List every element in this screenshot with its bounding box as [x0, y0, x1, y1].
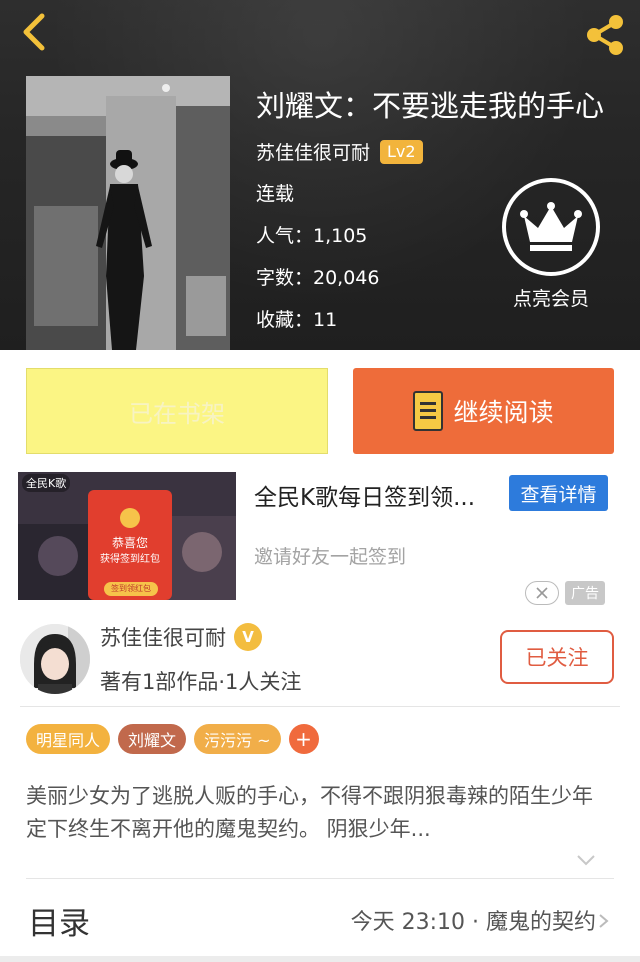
- chevron-right-icon: [599, 914, 609, 928]
- avatar[interactable]: [20, 624, 90, 694]
- add-tag-button[interactable]: +: [288, 724, 319, 754]
- avatar-image: [20, 624, 90, 694]
- ad-detail-button[interactable]: 查看详情: [509, 475, 608, 511]
- close-icon: [536, 587, 548, 599]
- ad-image[interactable]: 全民K歌 ¥ 恭喜您 获得签到红包 签到领红包: [18, 472, 236, 600]
- ad-banner[interactable]: 全民K歌 ¥ 恭喜您 获得签到红包 签到领红包 全民K歌每日签到领... 查看详…: [0, 472, 640, 610]
- back-button[interactable]: [14, 10, 58, 54]
- chevron-down-icon: [577, 855, 595, 866]
- share-button[interactable]: [580, 10, 630, 60]
- author-name[interactable]: 苏佳佳很可耐: [100, 622, 226, 652]
- tag-item[interactable]: 刘耀文: [118, 724, 187, 754]
- ad-currency: ¥: [122, 512, 132, 530]
- action-bar: 已在书架 继续阅读: [0, 350, 640, 472]
- vip-button[interactable]: 点亮会员: [498, 178, 604, 311]
- ad-subtitle: 邀请好友一起签到: [254, 546, 407, 568]
- synopsis: 美丽少女为了逃脱人贩的手心，不得不跟阴狠毒辣的陌生少年定下终生不离开他的魔鬼契约…: [26, 784, 593, 841]
- divider: [26, 878, 614, 879]
- vip-circle: [502, 178, 600, 276]
- tag-list: 明星同人 刘耀文 污污污 ~ +: [26, 724, 319, 754]
- tag-item[interactable]: 污污污 ~: [194, 724, 281, 754]
- ad-label: 广告: [565, 581, 605, 605]
- in-bookshelf-button[interactable]: 已在书架: [26, 368, 328, 454]
- expand-synopsis-button[interactable]: [574, 848, 598, 872]
- verified-badge: V: [234, 623, 262, 651]
- author-works: 著有1部作品·1人关注: [100, 670, 302, 694]
- author-row: 苏佳佳很可耐 Lv2: [256, 138, 630, 165]
- share-icon: [587, 15, 623, 55]
- author-card: 苏佳佳很可耐 V 著有1部作品·1人关注 已关注 明星同人 刘耀文 污污污 ~ …: [0, 610, 640, 962]
- back-icon: [23, 13, 45, 51]
- ad-tag: 广告: [525, 580, 605, 606]
- book-cover[interactable]: [26, 76, 230, 350]
- ad-congrats: 恭喜您: [111, 536, 148, 550]
- toc-title[interactable]: 目录: [28, 898, 90, 943]
- ad-brand: 全民K歌: [22, 474, 71, 492]
- author-name-row: 苏佳佳很可耐 V: [100, 622, 262, 652]
- vip-label: 点亮会员: [512, 288, 589, 310]
- book-author[interactable]: 苏佳佳很可耐: [256, 138, 370, 165]
- ad-redpacket: 获得签到红包: [100, 554, 160, 565]
- follow-button[interactable]: 已关注: [500, 630, 614, 684]
- toc-latest-chapter[interactable]: 今天 23:10 · 魔鬼的契约: [351, 904, 596, 936]
- level-badge: Lv2: [380, 139, 423, 164]
- tag-item[interactable]: 明星同人: [26, 724, 111, 754]
- ad-close-button[interactable]: [525, 581, 559, 605]
- continue-reading-button[interactable]: 继续阅读: [353, 368, 614, 454]
- bottom-divider: [0, 956, 640, 962]
- book-icon: [413, 391, 444, 431]
- continue-reading-label: 继续阅读: [453, 398, 554, 427]
- crown-icon: [520, 202, 582, 251]
- divider: [20, 706, 620, 707]
- book-title: 刘耀文：不要逃走我的手心: [256, 89, 605, 123]
- book-header: 刘耀文：不要逃走我的手心 苏佳佳很可耐 Lv2 连载 人气：1,105 字数：2…: [0, 0, 640, 350]
- ad-title[interactable]: 全民K歌每日签到领...: [254, 478, 475, 512]
- cover-image: [26, 76, 230, 350]
- ad-image-button: 签到领红包: [111, 584, 151, 593]
